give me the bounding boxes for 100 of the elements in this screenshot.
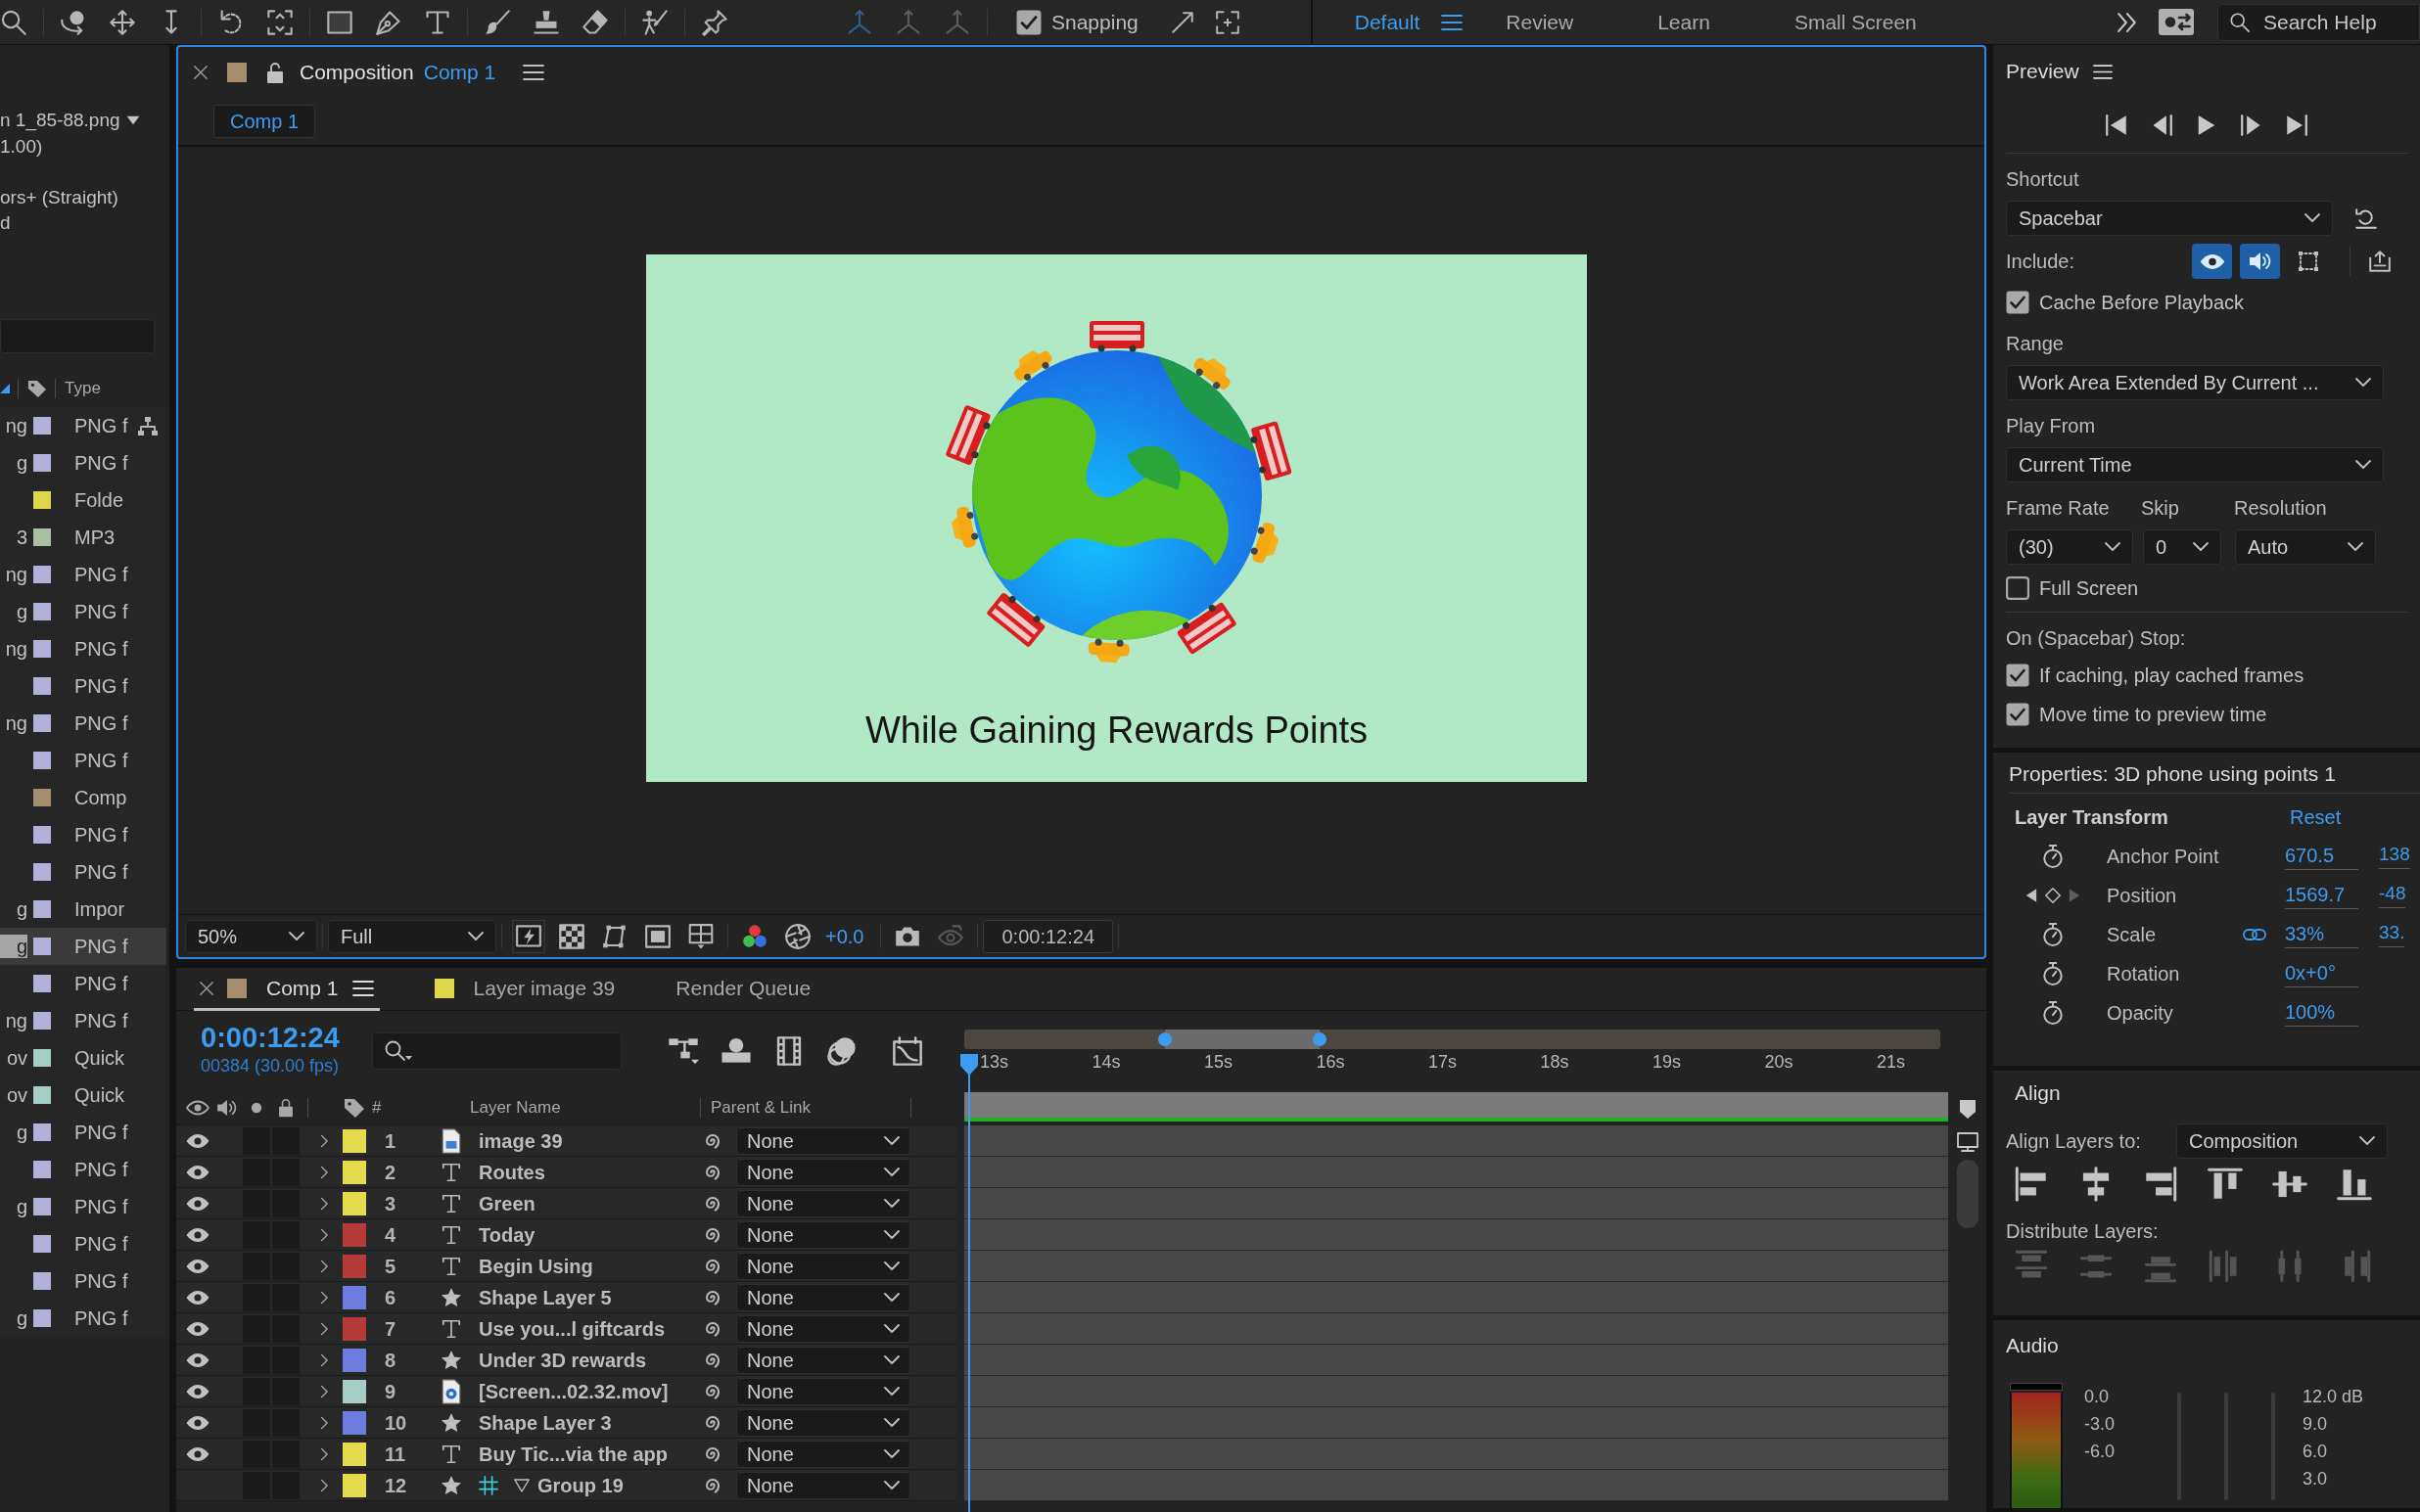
color-swatch-icon[interactable] bbox=[33, 1198, 51, 1215]
color-swatch-icon[interactable] bbox=[33, 417, 51, 435]
play-from-dropdown[interactable]: Current Time bbox=[2006, 447, 2384, 482]
keyboard-shortcuts-icon[interactable] bbox=[2159, 9, 2194, 35]
layer-row[interactable]: 10 Shape Layer 3 None bbox=[176, 1407, 956, 1439]
frame-corners-icon[interactable] bbox=[266, 8, 294, 36]
color-swatch-icon[interactable] bbox=[33, 826, 51, 844]
property-value[interactable]: -48 bbox=[2379, 883, 2406, 908]
parent-dropdown[interactable]: None bbox=[736, 1220, 910, 1249]
color-swatch-icon[interactable] bbox=[33, 900, 51, 918]
layer-row[interactable]: 5 Begin Using None bbox=[176, 1251, 956, 1282]
align-left-icon[interactable] bbox=[2014, 1167, 2049, 1202]
aperture-icon[interactable] bbox=[785, 923, 811, 949]
color-swatch-icon[interactable] bbox=[33, 1161, 51, 1178]
menu-icon[interactable] bbox=[1441, 14, 1464, 30]
align-to-dropdown[interactable]: Composition bbox=[2176, 1123, 2388, 1159]
corner-brackets-icon[interactable] bbox=[1214, 9, 1240, 35]
color-swatch-icon[interactable] bbox=[33, 752, 51, 769]
move-arrows-icon[interactable] bbox=[109, 8, 136, 36]
align-top-icon[interactable] bbox=[2208, 1167, 2243, 1202]
color-circles-icon[interactable] bbox=[742, 923, 768, 949]
expand-caret-icon[interactable] bbox=[320, 1290, 330, 1305]
color-swatch-icon[interactable] bbox=[342, 1191, 366, 1215]
shortcut-dropdown[interactable]: Spacebar bbox=[2006, 201, 2333, 236]
video-toggle[interactable] bbox=[2192, 244, 2232, 279]
expand-caret-icon[interactable] bbox=[320, 1321, 330, 1336]
color-swatch-icon[interactable] bbox=[342, 1128, 366, 1153]
color-swatch-icon[interactable] bbox=[342, 1473, 366, 1497]
hierarchy-icon[interactable] bbox=[137, 415, 159, 436]
solo-dot-icon[interactable] bbox=[251, 1102, 262, 1114]
checkbox[interactable] bbox=[2006, 291, 2029, 314]
expand-caret-icon[interactable] bbox=[320, 1165, 330, 1179]
figure-brush-icon[interactable] bbox=[641, 8, 669, 36]
eye-icon[interactable] bbox=[186, 1195, 209, 1212]
parent-dropdown[interactable]: None bbox=[736, 1189, 910, 1217]
timeline-tab[interactable]: Render Queue bbox=[670, 968, 817, 1011]
eraser-icon[interactable] bbox=[582, 8, 609, 36]
property-value[interactable]: 33% bbox=[2285, 921, 2358, 948]
workspace-tab[interactable]: Small Screen bbox=[1793, 9, 1917, 35]
eye-icon[interactable] bbox=[186, 1100, 209, 1116]
color-swatch-icon[interactable] bbox=[342, 1254, 366, 1278]
slider-track[interactable] bbox=[2177, 1393, 2182, 1500]
color-swatch-icon[interactable] bbox=[342, 1222, 366, 1247]
layer-row[interactable]: 7 Use you...l giftcards None bbox=[176, 1313, 956, 1345]
eye-icon[interactable] bbox=[186, 1289, 209, 1306]
grid-icon[interactable] bbox=[688, 923, 714, 949]
overlapping-circles-icon[interactable] bbox=[826, 1036, 858, 1066]
playhead[interactable] bbox=[960, 1054, 978, 1512]
layer-row[interactable]: 9 [Screen...02.32.mov] None bbox=[176, 1376, 956, 1407]
eye-icon[interactable] bbox=[186, 1414, 209, 1431]
color-swatch-icon[interactable] bbox=[342, 1285, 366, 1309]
timeline-tab[interactable]: Comp 1 bbox=[194, 968, 380, 1011]
color-swatch-icon[interactable] bbox=[342, 1442, 366, 1466]
search-field[interactable] bbox=[372, 1032, 622, 1070]
color-swatch-icon[interactable] bbox=[33, 677, 51, 695]
color-swatch-icon[interactable] bbox=[33, 938, 51, 955]
checkbox[interactable] bbox=[2006, 664, 2029, 687]
color-swatch-icon[interactable] bbox=[342, 1348, 366, 1372]
skip-to-end-icon[interactable] bbox=[2286, 115, 2307, 136]
dropdown-triangle-icon[interactable] bbox=[125, 115, 140, 125]
pin-icon[interactable] bbox=[701, 8, 728, 36]
padlock-icon[interactable] bbox=[266, 61, 284, 84]
property-value[interactable]: 100% bbox=[2285, 999, 2358, 1027]
expand-caret-icon[interactable] bbox=[320, 1415, 330, 1430]
zoom-dropdown[interactable]: 50% bbox=[185, 919, 317, 953]
reset-icon[interactable] bbox=[2354, 206, 2378, 230]
curve-graph-icon[interactable] bbox=[892, 1036, 923, 1066]
parent-dropdown[interactable]: None bbox=[736, 1126, 910, 1155]
property-value[interactable]: 670.5 bbox=[2285, 843, 2358, 870]
marker-icon[interactable] bbox=[1958, 1099, 1977, 1121]
close-icon[interactable] bbox=[200, 981, 213, 995]
property-value[interactable]: 138 bbox=[2379, 844, 2410, 869]
search-icon[interactable] bbox=[0, 8, 27, 36]
rectangle-icon[interactable] bbox=[326, 8, 353, 36]
expand-caret-icon[interactable] bbox=[320, 1446, 330, 1461]
eye-icon[interactable] bbox=[186, 1383, 209, 1399]
align-right-icon[interactable] bbox=[2143, 1167, 2178, 1202]
color-swatch-icon[interactable] bbox=[33, 454, 51, 472]
current-time[interactable]: 0:00:12:24 bbox=[201, 1023, 340, 1054]
parent-dropdown[interactable]: None bbox=[736, 1440, 910, 1468]
slider-track[interactable] bbox=[2224, 1393, 2229, 1500]
parent-dropdown[interactable]: None bbox=[736, 1408, 910, 1437]
pen-icon[interactable] bbox=[375, 8, 402, 36]
expand-caret-icon[interactable] bbox=[320, 1384, 330, 1398]
column-header[interactable]: Type bbox=[65, 378, 101, 399]
project-row[interactable]: g PNG f bbox=[0, 928, 166, 965]
color-swatch-icon[interactable] bbox=[33, 789, 51, 806]
padlock-icon[interactable] bbox=[278, 1098, 294, 1118]
double-chevron-icon[interactable] bbox=[2118, 12, 2137, 32]
align-bottom-icon[interactable] bbox=[2337, 1167, 2372, 1202]
color-swatch-icon[interactable] bbox=[342, 1160, 366, 1184]
property-value[interactable]: 1569.7 bbox=[2285, 882, 2358, 909]
exposure-value[interactable]: +0.0 bbox=[825, 924, 864, 948]
diagonal-arrow-icon[interactable] bbox=[1169, 9, 1195, 35]
eye-icon[interactable] bbox=[186, 1132, 209, 1149]
layer-row[interactable]: 12 Group 19 None bbox=[176, 1470, 956, 1501]
property-value[interactable]: 33. bbox=[2379, 922, 2405, 947]
expand-caret-icon[interactable] bbox=[320, 1227, 330, 1242]
type-icon[interactable] bbox=[424, 8, 451, 36]
color-swatch-icon[interactable] bbox=[33, 1049, 51, 1067]
